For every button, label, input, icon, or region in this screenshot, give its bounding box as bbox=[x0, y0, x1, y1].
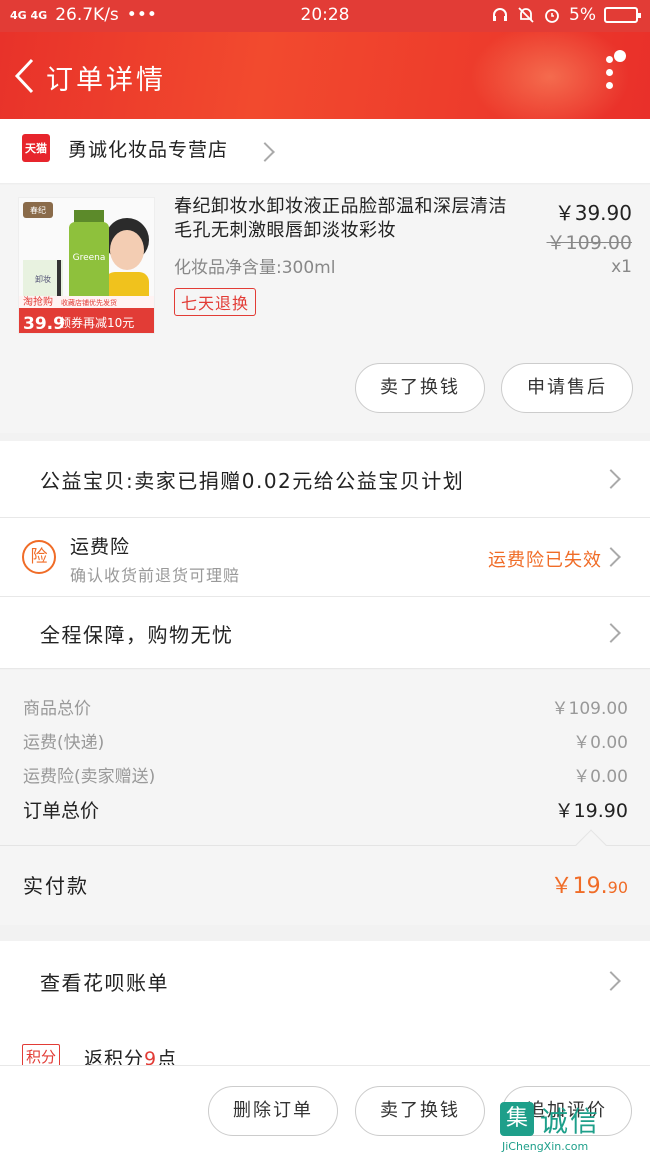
watermark-logo: 集 bbox=[500, 1102, 534, 1136]
alarm-icon bbox=[545, 9, 559, 23]
watermark-text: 诚信 bbox=[540, 1105, 601, 1138]
insurance-icon: 险 bbox=[22, 540, 56, 574]
order-total-row: 订单总价 ￥19.90 bbox=[23, 796, 628, 823]
delete-order-button[interactable]: 删除订单 bbox=[208, 1086, 338, 1136]
svg-text:淘抢购: 淘抢购 bbox=[23, 295, 53, 308]
tmall-icon: 天猫 bbox=[22, 134, 50, 162]
svg-text:卸妆: 卸妆 bbox=[35, 274, 51, 284]
actual-payment-cents: 90 bbox=[607, 878, 628, 897]
sell-for-cash-button[interactable]: 卖了换钱 bbox=[355, 1086, 485, 1136]
order-total-label: 订单总价 bbox=[23, 800, 100, 822]
price-summary: 商品总价 ￥109.00 运费(快递) ￥0.00 运费险(卖家赠送) ￥0.0… bbox=[0, 670, 650, 845]
summary-label: 商品总价 bbox=[23, 699, 91, 719]
summary-row-insurance: 运费险(卖家赠送) ￥0.00 bbox=[23, 762, 628, 787]
chevron-right-icon bbox=[601, 971, 621, 991]
points-text: 返积分9点 bbox=[84, 1048, 178, 1065]
mute-bell-icon bbox=[518, 7, 534, 23]
order-total-value: ￥19.90 bbox=[554, 800, 628, 822]
chevron-left-icon[interactable] bbox=[12, 56, 38, 96]
chevron-right-icon bbox=[601, 547, 621, 567]
apply-after-sale-button[interactable]: 申请售后 bbox=[501, 363, 633, 413]
charity-row[interactable]: 公益宝贝:卖家已捐赠0.02元给公益宝贝计划 bbox=[0, 441, 650, 518]
huabei-text: 查看花呗账单 bbox=[40, 971, 169, 995]
return-policy-tag: 七天退换 bbox=[174, 288, 257, 316]
product-title[interactable]: 春纪卸妆水卸妆液正品脸部温和深层清洁毛孔无刺激眼唇卸淡妆彩妆 bbox=[174, 195, 524, 243]
sell-for-cash-button[interactable]: 卖了换钱 bbox=[355, 363, 485, 413]
product-quantity: x1 bbox=[611, 257, 632, 277]
more-vertical-icon[interactable] bbox=[606, 56, 614, 96]
actual-payment-value: ￥19.90 bbox=[551, 868, 628, 900]
status-bar: 4G 4G 26.7K/s ••• 20:28 5% bbox=[0, 0, 650, 32]
guarantee-row[interactable]: 全程保障，购物无忧 bbox=[0, 597, 650, 669]
svg-text:Greena: Greena bbox=[73, 253, 106, 263]
store-name: 勇诚化妆品专营店 bbox=[68, 139, 229, 161]
svg-text:领券再减10元: 领券再减10元 bbox=[59, 315, 134, 330]
watermark: 集 诚信 JiChengXin.com bbox=[500, 1098, 642, 1154]
guarantee-text: 全程保障，购物无忧 bbox=[40, 623, 234, 647]
actual-payment-main: ￥19. bbox=[550, 874, 608, 899]
product-card[interactable]: 春纪 Greena 卸妆 收藏店铺优先发货 淘抢购 39.9 领券再减10元 春… bbox=[0, 185, 650, 433]
actual-payment-row: 实付款 ￥19.90 bbox=[0, 845, 650, 925]
battery-percent: 5% bbox=[569, 5, 596, 25]
battery-icon bbox=[604, 7, 641, 23]
product-price: ￥39.90 bbox=[554, 201, 632, 225]
actual-payment-label: 实付款 bbox=[23, 874, 89, 898]
top-nav-bar: 订单详情 bbox=[0, 32, 650, 119]
store-row[interactable]: 天猫 勇诚化妆品专营店 bbox=[0, 119, 650, 184]
summary-value: ￥0.00 bbox=[573, 733, 628, 753]
insurance-title: 运费险 bbox=[70, 536, 131, 558]
chevron-right-icon bbox=[601, 469, 621, 489]
page-title: 订单详情 bbox=[46, 65, 166, 96]
summary-row-goods: 商品总价 ￥109.00 bbox=[23, 694, 628, 719]
summary-value: ￥109.00 bbox=[551, 699, 628, 719]
headset-icon bbox=[493, 8, 508, 21]
chevron-right-icon bbox=[601, 623, 621, 643]
shipping-insurance-row[interactable]: 险 运费险 确认收货前退货可理赔 运费险已失效 bbox=[0, 518, 650, 597]
summary-label: 运费险(卖家赠送) bbox=[23, 767, 156, 787]
summary-label: 运费(快递) bbox=[23, 733, 105, 753]
svg-text:收藏店铺优先发货: 收藏店铺优先发货 bbox=[61, 298, 117, 307]
points-badge: 积分 bbox=[22, 1044, 61, 1065]
huabei-bill-row[interactable]: 查看花呗账单 bbox=[0, 941, 650, 1021]
product-thumbnail[interactable]: 春纪 Greena 卸妆 收藏店铺优先发货 淘抢购 39.9 领券再减10元 bbox=[18, 197, 155, 334]
insurance-status: 运费险已失效 bbox=[488, 550, 602, 571]
notification-dot bbox=[614, 50, 626, 62]
insurance-subtitle: 确认收货前退货可理赔 bbox=[70, 566, 241, 585]
brand-logo: 春纪 bbox=[30, 205, 46, 215]
product-spec: 化妆品净含量:300ml bbox=[174, 258, 336, 278]
watermark-url: JiChengXin.com bbox=[502, 1140, 589, 1153]
charity-text: 公益宝贝:卖家已捐赠0.02元给公益宝贝计划 bbox=[40, 469, 465, 493]
chevron-right-icon bbox=[255, 142, 275, 162]
product-original-price: ￥109.00 bbox=[546, 232, 632, 254]
points-row: 积分 返积分9点 bbox=[0, 1020, 650, 1065]
summary-row-shipping: 运费(快递) ￥0.00 bbox=[23, 728, 628, 753]
product-image: 春纪 Greena 卸妆 收藏店铺优先发货 淘抢购 39.9 领券再减10元 bbox=[19, 198, 154, 333]
summary-value: ￥0.00 bbox=[573, 767, 628, 787]
